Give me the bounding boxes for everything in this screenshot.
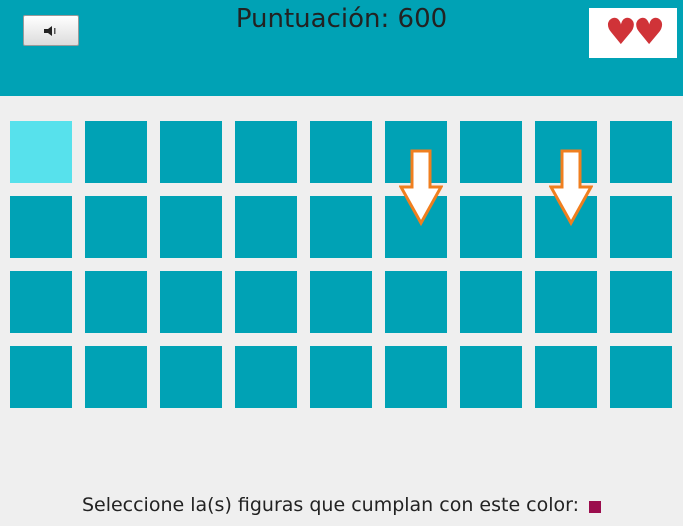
lives-indicator: ♥♥ — [589, 8, 677, 58]
instruction-text: Seleccione la(s) figuras que cumplan con… — [81, 494, 580, 516]
tile-r3-c4[interactable] — [310, 346, 372, 408]
tile-r1-c2[interactable] — [160, 196, 222, 258]
target-color-swatch — [589, 501, 602, 513]
tile-r2-c6[interactable] — [460, 271, 522, 333]
tile-r2-c8[interactable] — [610, 271, 672, 333]
tile-r1-c8[interactable] — [610, 196, 672, 258]
tile-r3-c6[interactable] — [460, 346, 522, 408]
down-arrow-icon — [399, 149, 443, 227]
tile-r0-c1[interactable] — [85, 121, 147, 183]
tile-r0-c4[interactable] — [310, 121, 372, 183]
tile-r2-c0[interactable] — [10, 271, 72, 333]
tile-r3-c2[interactable] — [160, 346, 222, 408]
tile-r2-c3[interactable] — [235, 271, 297, 333]
tile-r1-c4[interactable] — [310, 196, 372, 258]
header-bar: Puntuación: 600 ♥♥ — [0, 0, 683, 96]
tile-r2-c5[interactable] — [385, 271, 447, 333]
tile-r3-c5[interactable] — [385, 346, 447, 408]
tile-r0-c3[interactable] — [235, 121, 297, 183]
tile-r0-c2[interactable] — [160, 121, 222, 183]
tile-r2-c4[interactable] — [310, 271, 372, 333]
tile-r1-c1[interactable] — [85, 196, 147, 258]
instruction-bar: Seleccione la(s) figuras que cumplan con… — [0, 494, 683, 516]
tile-r2-c2[interactable] — [160, 271, 222, 333]
tile-r1-c0[interactable] — [10, 196, 72, 258]
tile-r0-c0[interactable] — [10, 121, 72, 183]
tile-r2-c7[interactable] — [535, 271, 597, 333]
tile-r0-c8[interactable] — [610, 121, 672, 183]
tile-r3-c1[interactable] — [85, 346, 147, 408]
tile-r0-c6[interactable] — [460, 121, 522, 183]
score-value: 600 — [397, 4, 448, 34]
tile-r2-c1[interactable] — [85, 271, 147, 333]
tile-r1-c6[interactable] — [460, 196, 522, 258]
score-label: Puntuación: — [235, 4, 390, 34]
tile-r3-c8[interactable] — [610, 346, 672, 408]
score-display: Puntuación: 600 — [0, 4, 683, 34]
tile-r3-c7[interactable] — [535, 346, 597, 408]
tile-r3-c3[interactable] — [235, 346, 297, 408]
down-arrow-icon — [549, 149, 593, 227]
tile-r3-c0[interactable] — [10, 346, 72, 408]
tile-r1-c3[interactable] — [235, 196, 297, 258]
heart-icons: ♥♥ — [604, 12, 666, 53]
